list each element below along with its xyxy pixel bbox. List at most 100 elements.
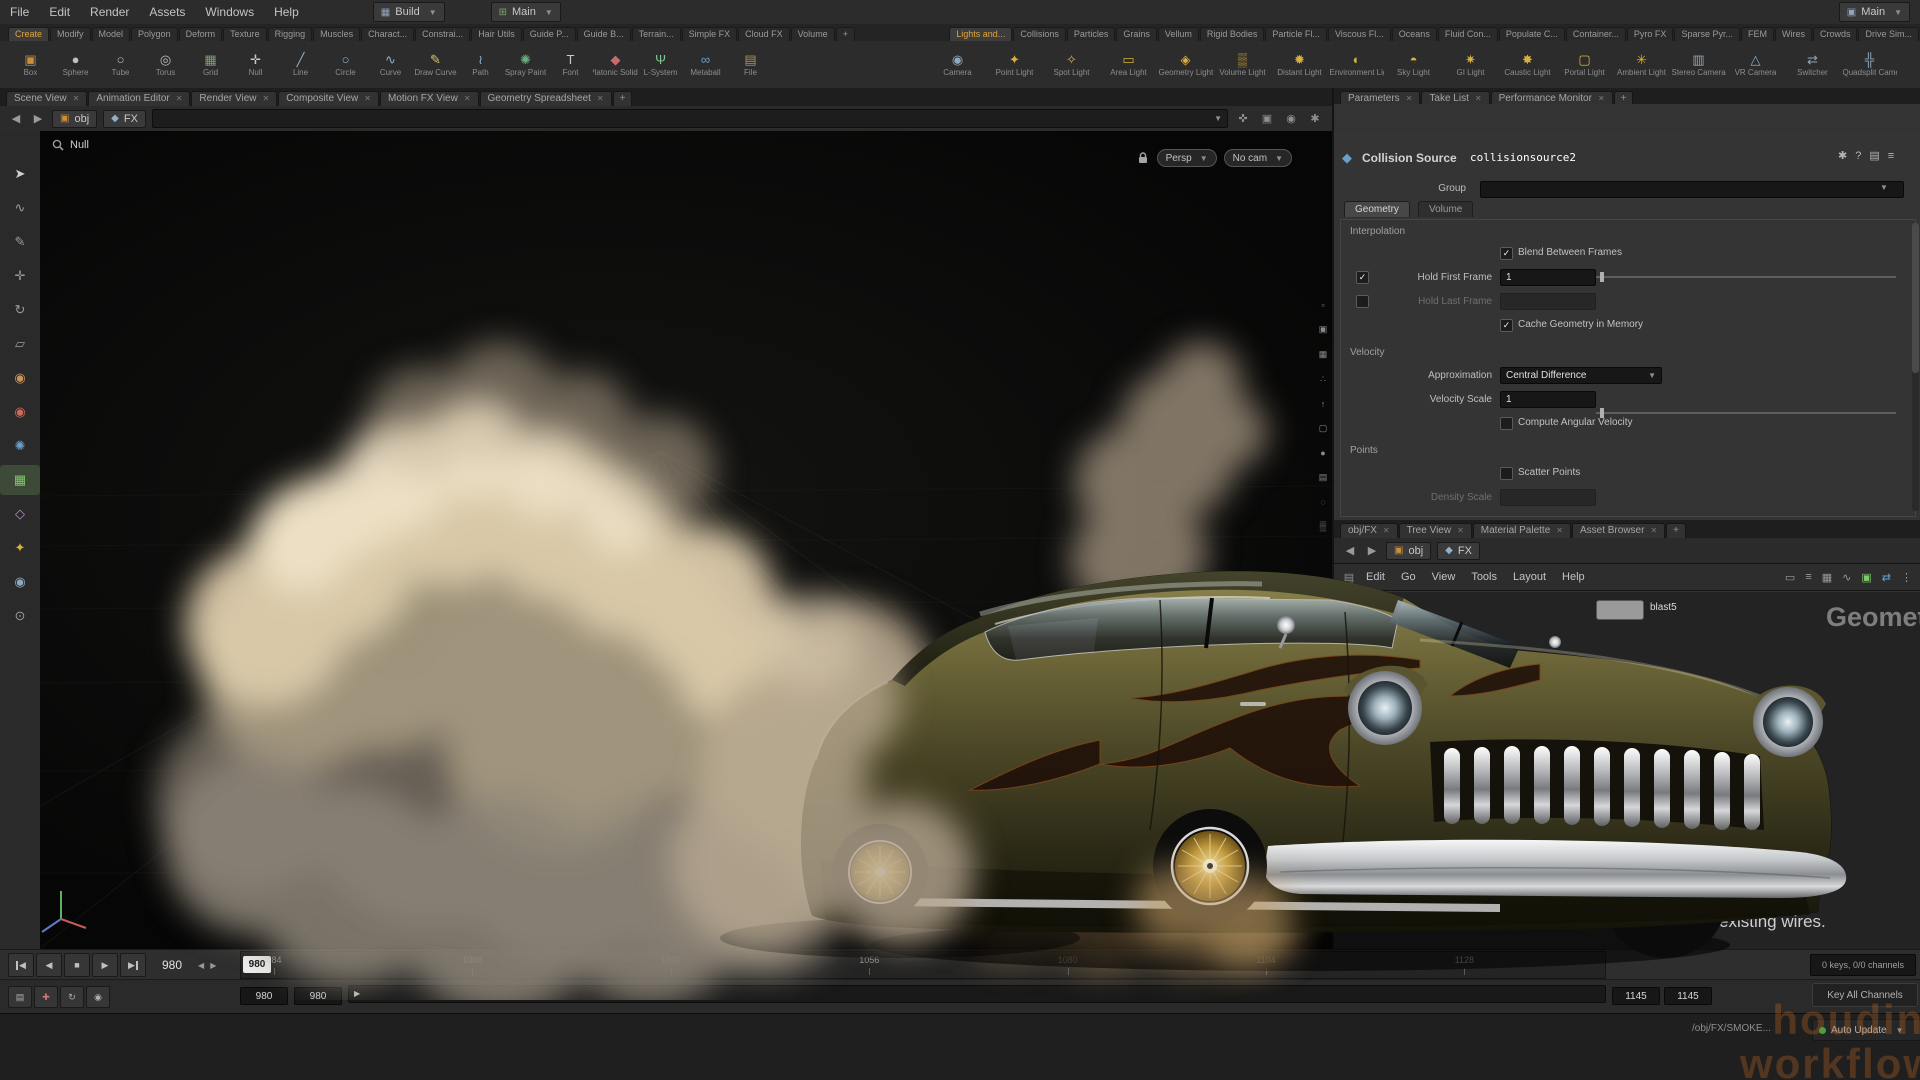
angular-velocity-checkbox[interactable] — [1500, 417, 1513, 430]
shelf-tab-texture[interactable]: Texture — [223, 27, 267, 41]
menu-assets[interactable]: Assets — [139, 0, 195, 24]
pose-tool-button[interactable]: ◉ — [0, 363, 40, 393]
shelf-tool-metaball[interactable]: ∞Metaball — [683, 43, 728, 87]
move-tool-button[interactable]: ✛ — [0, 261, 40, 291]
shelf-tool-distant-light[interactable]: ✹Distant Light — [1271, 43, 1328, 87]
hold-first-frame-slider[interactable] — [1596, 270, 1896, 284]
options-icon[interactable]: ⋮ — [1901, 571, 1912, 584]
network-menu-layout[interactable]: Layout — [1505, 564, 1554, 590]
shelf-tab-rigging[interactable]: Rigging — [268, 27, 313, 41]
shelf-tab-cloud-fx[interactable]: Cloud FX — [738, 27, 790, 41]
shaded-display-icon[interactable]: ● — [1320, 448, 1325, 458]
key-all-channels-button[interactable]: Key All Channels — [1812, 983, 1918, 1007]
shelf-tab-model[interactable]: Model — [92, 27, 131, 41]
shelf-tab-guide-b[interactable]: Guide B... — [577, 27, 631, 41]
pane-tab-tree-view[interactable]: Tree View✕ — [1399, 523, 1472, 538]
pane-tab-render-view[interactable]: Render View✕ — [191, 91, 277, 106]
cache-geometry-checkbox[interactable] — [1500, 319, 1513, 332]
close-icon[interactable]: ✕ — [176, 94, 183, 103]
shelf-tool-point-light[interactable]: ✦Point Light — [986, 43, 1043, 87]
shelf-tab-particle-fl[interactable]: Particle Fl... — [1265, 27, 1327, 41]
render-icon[interactable]: ◉ — [1282, 112, 1300, 125]
approximation-dropdown[interactable]: Central Difference ▼ — [1500, 367, 1662, 384]
background-display-icon[interactable]: ▒ — [1320, 521, 1326, 531]
pane-tab-asset-browser[interactable]: Asset Browser✕ — [1572, 523, 1665, 538]
close-icon[interactable]: ✕ — [1650, 526, 1657, 535]
shelf-tool-grid[interactable]: ▦Grid — [188, 43, 233, 87]
shelf-tool-geometry-light[interactable]: ◈Geometry Light — [1157, 43, 1214, 87]
add-pane-tab-button[interactable]: + — [1666, 523, 1686, 538]
close-icon[interactable]: ✕ — [1457, 526, 1464, 535]
shelf-tab-collisions[interactable]: Collisions — [1013, 27, 1066, 41]
back-icon[interactable]: ◀ — [1342, 544, 1358, 557]
shelf-tab-sparse-pyr[interactable]: Sparse Pyr... — [1674, 27, 1740, 41]
shelf-add-tab[interactable]: + — [836, 27, 855, 41]
shelf-tool-file[interactable]: ▤File — [728, 43, 773, 87]
shelf-tool-path[interactable]: ≀Path — [458, 43, 503, 87]
hold-first-frame-checkbox[interactable] — [1356, 271, 1369, 284]
shelf-tab-particles[interactable]: Particles — [1067, 27, 1116, 41]
shelf-tab-simple-fx[interactable]: Simple FX — [682, 27, 738, 41]
close-icon[interactable]: ✕ — [1383, 526, 1390, 535]
range-start-field[interactable]: 980 — [240, 987, 288, 1005]
density-scale-input[interactable] — [1500, 489, 1596, 506]
menu-file[interactable]: File — [0, 0, 39, 24]
tab-volume[interactable]: Volume — [1418, 201, 1473, 217]
align-icon[interactable]: ≡ — [1805, 571, 1811, 583]
range-end-field[interactable]: 1145 — [1612, 987, 1660, 1005]
hold-last-frame-input[interactable] — [1500, 293, 1596, 310]
gear-icon[interactable]: ✱ — [1306, 112, 1324, 125]
shelf-tool-ambient-light[interactable]: ✳Ambient Light — [1613, 43, 1670, 87]
shelf-tool-tube[interactable]: ○Tube — [98, 43, 143, 87]
brush-tool-button[interactable]: ✎ — [0, 227, 40, 257]
shelf-tool-line[interactable]: ╱Line — [278, 43, 323, 87]
shelf-tab-vellum[interactable]: Vellum — [1158, 27, 1199, 41]
shelf-tab-lights-and[interactable]: Lights and... — [949, 27, 1012, 41]
menu-edit[interactable]: Edit — [39, 0, 80, 24]
snapshot-icon[interactable]: ▣ — [1258, 112, 1276, 125]
snap-grid-icon[interactable]: ▦ — [1822, 571, 1832, 584]
scale-tool-button[interactable]: ▱ — [0, 329, 40, 359]
radial-menu-selector[interactable]: ▣ Main ▼ — [1839, 2, 1910, 22]
shelf-tool-spray-paint[interactable]: ✺Spray Paint — [503, 43, 548, 87]
menu-render[interactable]: Render — [80, 0, 139, 24]
network-menu-edit[interactable]: Edit — [1358, 564, 1393, 590]
wireframe-display-icon[interactable]: ▢ — [1319, 423, 1328, 434]
shelf-tab-create[interactable]: Create — [8, 27, 49, 41]
shelf-tab-constrai[interactable]: Constrai... — [415, 27, 470, 41]
close-icon[interactable]: ✕ — [263, 94, 270, 103]
velocity-scale-input[interactable]: 1 — [1500, 391, 1596, 408]
back-icon[interactable]: ◀ — [8, 112, 24, 125]
shelfset-selector[interactable]: ⊞ Main ▼ — [491, 2, 561, 22]
shelf-tool-sky-light[interactable]: ◓Sky Light — [1385, 43, 1442, 87]
close-icon[interactable]: ✕ — [1406, 94, 1413, 103]
shelf-tab-populate-c[interactable]: Populate C... — [1499, 27, 1565, 41]
prev-frame-button[interactable]: ◀ — [36, 953, 62, 977]
wire-shape-icon[interactable]: ∿ — [1842, 571, 1851, 584]
scene-viewport[interactable]: Null Persp ▼ No cam ▼ — [40, 131, 1332, 949]
shelf-tool-circle[interactable]: ○Circle — [323, 43, 368, 87]
forward-icon[interactable]: ▶ — [1364, 544, 1380, 557]
network-node[interactable] — [1358, 898, 1414, 918]
shelf-tool-l-system[interactable]: ΨL-System — [638, 43, 683, 87]
ghost-display-icon[interactable]: ◌ — [1320, 497, 1325, 507]
shelf-tab-modify[interactable]: Modify — [50, 27, 91, 41]
network-menu-tools[interactable]: Tools — [1463, 564, 1505, 590]
flipbook-icon[interactable]: ▫ — [1321, 300, 1324, 310]
shelf-tab-grains[interactable]: Grains — [1116, 27, 1157, 41]
shelf-tool-sphere[interactable]: ●Sphere — [53, 43, 98, 87]
prev-key-icon[interactable]: ◀ — [198, 961, 204, 970]
desktop-selector[interactable]: ▦ Build ▼ — [373, 2, 445, 22]
shelf-tool-draw-curve[interactable]: ✎Draw Curve — [413, 43, 458, 87]
network-menu-help[interactable]: Help — [1554, 564, 1593, 590]
hold-last-frame-checkbox[interactable] — [1356, 295, 1369, 308]
overview-icon[interactable]: ▭ — [1785, 571, 1795, 584]
network-menu-go[interactable]: Go — [1393, 564, 1424, 590]
pane-tab-geometry-spreadsheet[interactable]: Geometry Spreadsheet✕ — [480, 91, 612, 106]
view-grid-icon[interactable]: ▦ — [1319, 349, 1328, 360]
timeline-ruler[interactable]: 980 984100810321056108011041128 — [240, 951, 1606, 979]
color-palette-icon[interactable]: ▣ — [1861, 571, 1871, 584]
shelf-tool-font[interactable]: TFont — [548, 43, 593, 87]
network-editor[interactable]: blast5 attribdelete1 Geometry Hold 8 or … — [1334, 592, 1920, 949]
jump-start-button[interactable]: ◀ — [8, 953, 34, 977]
